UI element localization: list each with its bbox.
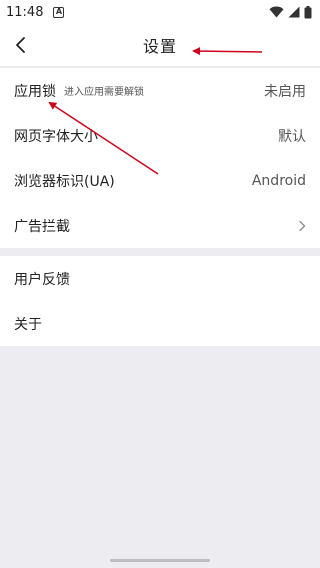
status-icons — [269, 5, 312, 19]
notification-badge: A — [53, 6, 65, 18]
setting-label: 用户反馈 — [14, 271, 70, 288]
setting-value: 默认 — [278, 128, 306, 145]
setting-feedback[interactable]: 用户反馈 — [0, 256, 320, 301]
gesture-bar — [0, 555, 320, 568]
setting-label: 关于 — [14, 316, 42, 333]
status-time: 11:48 — [6, 4, 44, 20]
setting-value: 未启用 — [264, 83, 306, 100]
chevron-left-icon — [16, 37, 25, 53]
setting-ad-block[interactable]: 广告拦截 — [0, 203, 320, 248]
setting-description: 进入应用需要解锁 — [64, 87, 144, 98]
setting-font-size[interactable]: 网页字体大小 默认 — [0, 113, 320, 158]
setting-label: 应用锁 — [14, 83, 56, 100]
setting-value: Android — [251, 172, 306, 189]
signal-icon — [288, 6, 300, 18]
settings-group-2: 用户反馈 关于 — [0, 256, 320, 346]
wifi-icon — [269, 6, 284, 18]
setting-user-agent[interactable]: 浏览器标识(UA) Android — [0, 158, 320, 203]
status-bar: 11:48 A — [0, 0, 320, 24]
chevron-right-icon — [298, 220, 306, 232]
setting-label: 浏览器标识(UA) — [14, 173, 115, 190]
app-header: 设置 — [0, 24, 320, 66]
page-title: 设置 — [142, 37, 177, 56]
setting-label: 网页字体大小 — [14, 128, 98, 145]
back-button[interactable] — [6, 30, 36, 60]
setting-label: 广告拦截 — [14, 218, 70, 235]
battery-icon — [304, 5, 312, 18]
settings-screen: 11:48 A 设置 应用锁 进入应用需要解锁 未启用 网页字体大小 默认 浏览… — [0, 0, 320, 568]
setting-about[interactable]: 关于 — [0, 301, 320, 346]
setting-app-lock[interactable]: 应用锁 进入应用需要解锁 未启用 — [0, 68, 320, 113]
settings-group-1: 应用锁 进入应用需要解锁 未启用 网页字体大小 默认 浏览器标识(UA) And… — [0, 68, 320, 248]
gesture-handle[interactable] — [110, 559, 210, 562]
